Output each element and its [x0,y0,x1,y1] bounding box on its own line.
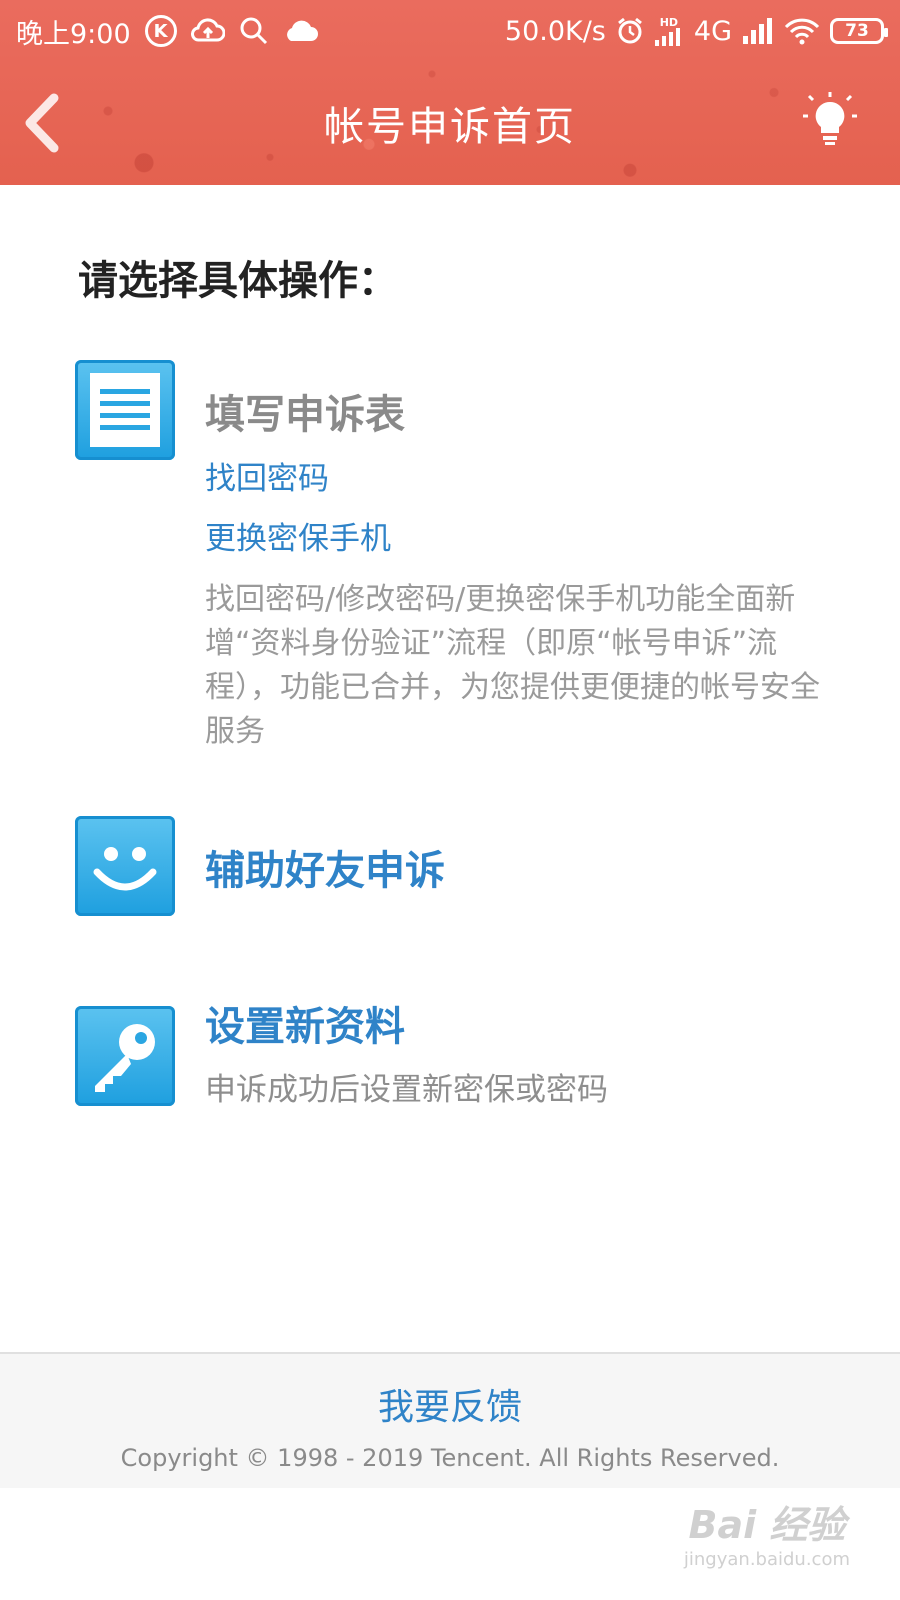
chevron-left-icon [25,93,59,153]
smiley-face-icon [75,816,175,916]
net-speed: 50.0K/s [504,15,606,47]
status-right: 50.0K/s HD 4G 73 [504,15,888,47]
battery-level: 73 [845,21,869,41]
cloud-upload-icon [190,18,225,44]
option-assist-friend-body: 辅助好友申诉 [205,838,845,896]
weather-cloud-icon [283,19,319,43]
alarm-icon [616,17,644,45]
header-bar: 帐号申诉首页 [0,62,900,184]
set-new-info-title[interactable]: 设置新资料 [205,994,845,1052]
set-new-info-subtitle: 申诉成功后设置新密保或密码 [205,1072,608,1108]
hd-signal-icon: HD [654,17,684,46]
section-heading: 请选择具体操作： [78,258,398,304]
signal-bars-icon [742,18,774,44]
top-area: 晚上9:00 K 50.0K/s HD 4G 73 帐号申诉首页 [0,0,900,185]
search-icon [239,16,269,46]
key-icon [75,1006,175,1106]
footer: 我要反馈 Copyright © 1998 - 2019 Tencent. Al… [0,1352,900,1488]
change-security-phone-link[interactable]: 更换密保手机 [205,518,845,560]
lightbulb-icon [803,92,857,145]
watermark-sub: jingyan.baidu.com [683,1549,850,1570]
baidu-watermark: Bai 经验 jingyan.baidu.com [684,1494,850,1570]
option-set-new-info-body: 设置新资料 申诉成功后设置新密保或密码 [205,994,845,1109]
k-app-icon: K [144,15,177,47]
page-title: 帐号申诉首页 [324,104,576,150]
tip-button[interactable] [800,90,860,150]
recover-password-link[interactable]: 找回密码 [205,458,845,500]
form-document-icon [75,360,175,460]
back-button[interactable] [20,92,66,154]
wifi-icon [784,17,820,45]
status-time: 晚上9:00 [16,18,131,50]
appeal-form-description: 找回密码/修改密码/更换密保手机功能全面新增“资料身份验证”流程（即原“帐号申诉… [205,582,820,749]
hd-label: HD [659,15,679,29]
watermark-main: Bai 经验 [688,1503,846,1547]
appeal-form-title: 填写申诉表 [205,392,405,438]
assist-friend-title[interactable]: 辅助好友申诉 [205,838,845,896]
copyright-text: Copyright © 1998 - 2019 Tencent. All Rig… [120,1444,780,1472]
option-appeal-form-body: 填写申诉表 找回密码 更换密保手机 找回密码/修改密码/更换密保手机功能全面新增… [205,360,845,754]
network-type: 4G [693,15,732,47]
status-left: 晚上9:00 K [16,12,319,51]
status-bar: 晚上9:00 K 50.0K/s HD 4G 73 [0,0,900,62]
feedback-link[interactable]: 我要反馈 [378,1378,522,1430]
battery-icon: 73 [830,18,888,44]
